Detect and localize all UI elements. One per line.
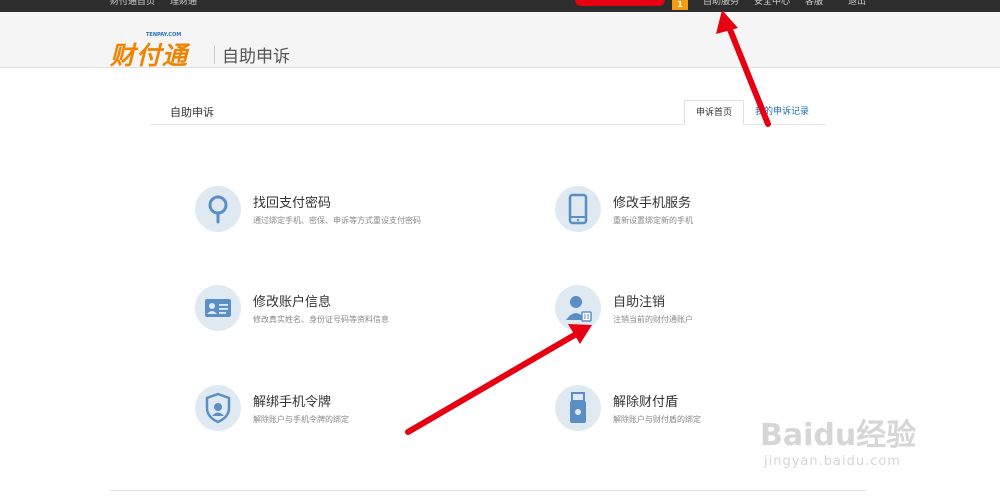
service-unbind-token[interactable]: 解绑手机令牌 解除账户与手机令牌的绑定 xyxy=(195,385,495,445)
panel-title: 自助申诉 xyxy=(170,106,214,119)
service-title: 找回支付密码 xyxy=(253,196,332,211)
token-shield-icon xyxy=(195,385,241,431)
service-title: 自助注销 xyxy=(613,295,666,310)
notification-badge[interactable]: 1 xyxy=(672,0,688,10)
service-close-account[interactable]: 自助注销 注销当前的财付通账户 xyxy=(555,285,855,345)
tab-my-appeals[interactable]: 我的申诉记录 xyxy=(752,100,812,125)
tab-appeal-home[interactable]: 申诉首页 xyxy=(684,100,744,125)
watermark-url: jingyan.baidu.com xyxy=(764,454,901,469)
magnifier-icon xyxy=(195,186,241,232)
service-title: 解绑手机令牌 xyxy=(253,395,332,410)
service-desc: 重新设置绑定新的手机 xyxy=(613,216,693,225)
service-desc: 通过绑定手机、密保、申诉等方式重设支付密码 xyxy=(253,216,421,225)
top-link-logout[interactable]: 退出 xyxy=(848,0,866,8)
top-link-support[interactable]: 客服 ˅ xyxy=(805,0,830,8)
top-link-home[interactable]: 财付通首页 xyxy=(110,0,155,8)
top-link-security[interactable]: 安全中心 xyxy=(754,0,790,8)
chevron-down-icon: ˅ xyxy=(823,0,831,7)
top-link-support-label: 客服 xyxy=(805,0,824,7)
service-change-phone[interactable]: 修改手机服务 重新设置绑定新的手机 xyxy=(555,186,855,246)
id-card-icon xyxy=(195,285,241,331)
service-title: 解除财付盾 xyxy=(613,395,679,410)
top-link-self-service[interactable]: 自助服务 xyxy=(703,0,739,8)
watermark-brand: Baidu经验 xyxy=(760,418,917,453)
service-desc: 注销当前的财付通账户 xyxy=(613,315,693,324)
top-bar: 财付通首页 理财通 1 自助服务 安全中心 客服 ˅ 退出 xyxy=(0,0,1000,12)
service-reset-password[interactable]: 找回支付密码 通过绑定手机、密保、申诉等方式重设支付密码 xyxy=(195,186,495,246)
footer-divider xyxy=(110,490,866,491)
user-delete-icon xyxy=(555,285,601,331)
top-link-licaitong[interactable]: 理财通 xyxy=(170,0,197,8)
redacted-username xyxy=(575,0,665,6)
baidu-jingyan-watermark: Baidu经验 jingyan.baidu.com xyxy=(760,410,916,469)
service-title: 修改账户信息 xyxy=(253,295,332,310)
service-desc: 修改真实姓名、身份证号码等资料信息 xyxy=(253,315,389,324)
logo-brand: 财付通 xyxy=(110,41,189,70)
service-title: 修改手机服务 xyxy=(613,196,692,211)
service-desc: 解除账户与财付盾的绑定 xyxy=(613,415,701,424)
logo-divider xyxy=(214,46,215,64)
header: TENPAY.COM 财付通 自助申诉 xyxy=(0,12,1000,70)
service-desc: 解除账户与手机令牌的绑定 xyxy=(253,415,349,424)
phone-icon xyxy=(555,186,601,232)
service-modify-account-info[interactable]: 修改账户信息 修改真实姓名、身份证号码等资料信息 xyxy=(195,285,495,345)
page-section-title: 自助申诉 xyxy=(222,47,290,67)
usb-key-icon xyxy=(555,385,601,431)
